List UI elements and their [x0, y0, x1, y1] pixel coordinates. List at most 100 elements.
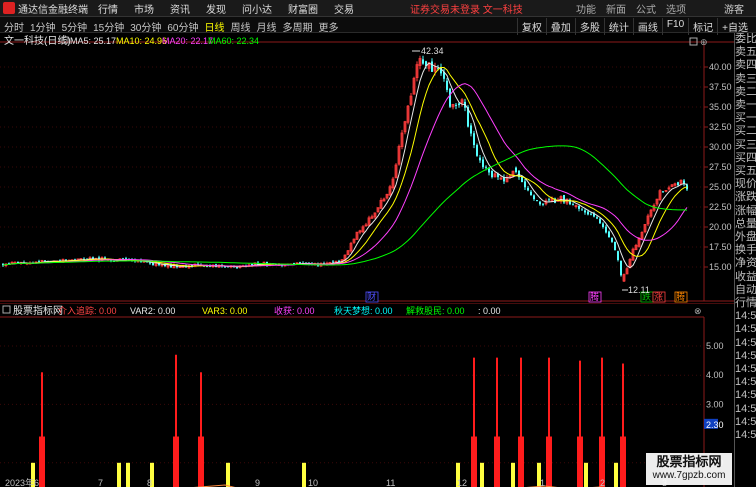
candle-body: [581, 209, 583, 211]
signal-bar: [471, 436, 477, 487]
candle-body: [476, 145, 478, 156]
candle-body: [422, 59, 424, 64]
indicator-tick-label: 2.30: [706, 420, 724, 430]
new-page-button[interactable]: 新面: [606, 1, 626, 16]
period-tab-3[interactable]: 15分钟: [93, 19, 124, 34]
quote-panel-row: 外盘: [735, 231, 756, 244]
period-toolbar: 分时 1分钟 5分钟 15分钟 30分钟 60分钟 日线 周线 月线 多周期 更多 复权 叠加 多股…: [0, 17, 756, 35]
menu-item-market[interactable]: 市场: [134, 1, 154, 16]
function-button[interactable]: 功能: [576, 1, 596, 16]
candles: [2, 55, 688, 282]
ma-legend-label: MA20: 22.17: [162, 36, 213, 46]
period-tab-2[interactable]: 5分钟: [62, 19, 88, 34]
signal-bar: [620, 436, 626, 487]
indicator-grid: [0, 345, 704, 464]
signal-bar: [173, 436, 179, 487]
quote-panel-row: 14:50: [735, 349, 756, 362]
candle-body: [677, 182, 679, 186]
event-tag-label: 财: [367, 291, 376, 302]
quote-panel-row: 卖一: [735, 99, 756, 112]
guest-user[interactable]: 游客: [724, 1, 744, 16]
stock-label[interactable]: 文一科技(日线): [4, 34, 71, 47]
formula-button[interactable]: 公式: [636, 1, 656, 16]
maximize-icon[interactable]: ⊕: [700, 37, 708, 47]
indicator-close-icon[interactable]: ⊗: [694, 306, 702, 316]
menu-item-ask[interactable]: 问小达: [242, 1, 272, 16]
menu-item-trade[interactable]: 交易: [334, 1, 354, 16]
candle-body: [458, 103, 460, 106]
indicator-legend-label: 秋天梦想: 0.00: [334, 305, 393, 316]
period-tab-10[interactable]: 更多: [319, 19, 339, 34]
quote-panel-row: 涨跌: [735, 191, 756, 204]
period-tab-8[interactable]: 月线: [257, 19, 277, 34]
candle-body: [431, 61, 433, 72]
yellow-bar: [480, 462, 484, 487]
price-tick-label: 35.00: [709, 102, 732, 112]
quote-panel-row: 卖二: [735, 85, 756, 98]
indicator-axis: 5.004.003.002.301.00: [704, 341, 724, 468]
title-bar: 通达信金融终端 行情 市场 资讯 发现 问小达 财富圈 交易 证券交易未登录 文…: [0, 0, 756, 17]
candle-body: [149, 262, 151, 264]
candle-body: [584, 210, 586, 213]
quote-panel-row: 14:50: [735, 363, 756, 376]
candlestick-chart[interactable]: 40.00 37.50 35.00 32.50 30.00 27.50 25.00 22.50…: [0, 33, 734, 303]
options-button[interactable]: 选项: [666, 1, 686, 16]
event-tag-label: 腾: [676, 291, 685, 302]
candle-body: [470, 125, 472, 134]
quote-panel-row: 净资: [735, 257, 756, 270]
indicator-window-buttons: ⊗: [694, 306, 702, 316]
indicator-legend-label: 介入追踪: 0.00: [58, 305, 117, 316]
menu-item-wealth[interactable]: 财富圈: [288, 1, 318, 16]
candle-body: [539, 201, 541, 205]
indicator-title[interactable]: 股票指标网: [13, 304, 63, 317]
quote-panel-row: 14:50: [735, 402, 756, 415]
candle-body: [542, 203, 544, 205]
quote-panel-row: 涨幅: [735, 204, 756, 217]
period-tab-9[interactable]: 多周期: [283, 19, 313, 34]
yellow-bar: [226, 462, 230, 487]
ma-legend-label: MA5: 25.17: [70, 36, 116, 46]
signal-bar: [518, 436, 524, 487]
date-label: 2023年6: [5, 477, 39, 487]
low-marker-label: 12.11: [628, 285, 650, 295]
price-axis: 40.00 37.50 35.00 32.50 30.00 27.50 25.00 22.50…: [704, 62, 732, 272]
quote-panel-row: 14:50: [735, 415, 756, 428]
period-tab-6[interactable]: 日线: [205, 19, 225, 34]
candle-body: [587, 211, 589, 215]
menu-item-discover[interactable]: 发现: [206, 1, 226, 16]
quote-panel-row: 总量: [735, 217, 756, 230]
indicator-tick-label: 5.00: [706, 341, 724, 351]
period-tab-7[interactable]: 周线: [231, 19, 251, 34]
indicator-legend-label: 收获: 0.00: [274, 305, 315, 316]
candle-body: [611, 238, 613, 242]
period-tab-4[interactable]: 30分钟: [130, 19, 161, 34]
function-menu: 功能 新面 公式 选项: [576, 1, 686, 16]
period-tab-5[interactable]: 60分钟: [167, 19, 198, 34]
indicator-chart[interactable]: 5.004.003.002.301.00 股票指标网 介入追踪: 0.00VAR…: [0, 303, 734, 487]
quote-panel: 委比 卖五 卖四 卖三 卖二 卖一 买一 买二 买三 买四 买五 现价 涨跌 涨幅 总量 外盘 换手 净资 收益 自动…: [734, 33, 756, 487]
quote-panel-row: 换手: [735, 244, 756, 257]
quote-panel-row: 自动: [735, 283, 756, 296]
main-menu: 行情 市场 资讯 发现 问小达 财富圈 交易: [98, 1, 354, 16]
signal-bar: [198, 436, 204, 487]
quote-panel-row: 14:50: [735, 429, 756, 442]
quote-panel-row: 14:50: [735, 310, 756, 323]
watermark: 股票指标网 www.7gpzb.com: [646, 453, 732, 485]
price-tick-label: 30.00: [709, 142, 732, 152]
candle-body: [479, 157, 481, 161]
period-tab-0[interactable]: 分时: [4, 19, 24, 34]
candle-body: [236, 267, 238, 269]
menu-item-news[interactable]: 资讯: [170, 1, 190, 16]
indicator-menu-icon[interactable]: [2, 305, 11, 314]
candle-body: [617, 251, 619, 261]
watermark-title: 股票指标网: [656, 454, 722, 469]
price-tick-label: 22.50: [709, 202, 732, 212]
period-tab-1[interactable]: 1分钟: [30, 19, 56, 34]
menu-item-quotes[interactable]: 行情: [98, 1, 118, 16]
high-marker-label: 42.34: [421, 46, 444, 56]
candle-body: [473, 133, 475, 146]
candle-body: [548, 199, 550, 201]
event-tag-label: 腾: [590, 291, 599, 302]
date-label: 7: [98, 478, 103, 487]
quote-panel-row: 买三: [735, 138, 756, 151]
